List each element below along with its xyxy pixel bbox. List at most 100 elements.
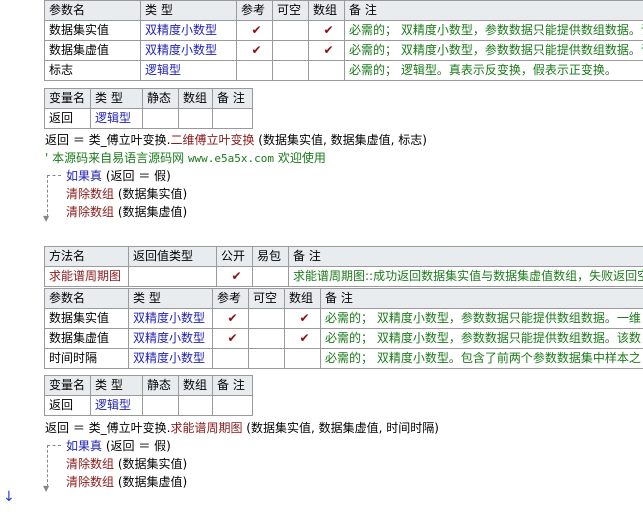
code-line-clear-2[interactable]: 清除数组 (数据集虚值): [66, 473, 187, 491]
flow-guide-top: [47, 445, 61, 446]
param-name[interactable]: 标志: [44, 60, 141, 81]
param-type[interactable]: 双精度小数型: [140, 20, 237, 41]
epkg-cell[interactable]: [252, 266, 289, 287]
col-type: 类 型: [90, 375, 143, 396]
method-name[interactable]: 求能谱周期图: [44, 266, 129, 287]
array-check-icon[interactable]: ✔: [284, 328, 321, 349]
table-row[interactable]: 标志 逻辑型 必需的； 逻辑型。真表示反变换，假表示正变换。: [44, 60, 643, 81]
var-array[interactable]: [178, 108, 213, 129]
param-note[interactable]: 必需的； 逻辑型。真表示反变换，假表示正变换。: [344, 60, 643, 81]
var-note[interactable]: [212, 108, 253, 129]
var-table-2: 变量名 类 型 静态 数组 备 注 返回 逻辑型: [44, 375, 253, 416]
var-array[interactable]: [178, 395, 213, 416]
nullable-cell[interactable]: [272, 40, 309, 61]
code-line-assign[interactable]: 返回 ＝ 类_傅立叶变换.二维傅立叶变换 (数据集实值, 数据集虚值, 标志): [45, 131, 427, 149]
public-check-icon[interactable]: ✔: [216, 266, 253, 287]
param-note[interactable]: 必需的； 双精度小数型，参数数据只能提供数组数据。一维: [320, 308, 643, 329]
nullable-cell[interactable]: [272, 20, 309, 41]
param-note[interactable]: 必需的； 双精度小数型，参数数据只能提供数组数据。该数: [320, 328, 643, 349]
param-note[interactable]: 必需的； 双精度小数型，参数数据只能提供数组数据。该: [344, 20, 643, 41]
param-name[interactable]: 数据集实值: [44, 20, 141, 41]
param-type[interactable]: 双精度小数型: [140, 40, 237, 61]
var-name[interactable]: 返回: [44, 108, 91, 129]
param-note[interactable]: 必需的； 双精度小数型，参数数据只能提供数组数据。该: [344, 40, 643, 61]
param-name[interactable]: 数据集实值: [44, 308, 129, 329]
param-type[interactable]: 双精度小数型: [128, 308, 213, 329]
nullable-cell[interactable]: [248, 308, 285, 329]
table-row[interactable]: 数据集实值 双精度小数型 ✔ ✔ 必需的； 双精度小数型，参数数据只能提供数组数…: [44, 20, 643, 41]
var-static[interactable]: [142, 108, 179, 129]
ref-check-icon[interactable]: ✔: [212, 308, 249, 329]
param-type[interactable]: 逻辑型: [140, 60, 237, 81]
var-type[interactable]: 逻辑型: [90, 395, 143, 416]
code-line-clear-1[interactable]: 清除数组 (数据集实值): [66, 455, 187, 473]
col-static: 静态: [142, 88, 179, 109]
editor-gutter: ↓: [0, 0, 15, 518]
col-nullable: 可空: [272, 0, 309, 21]
param-name[interactable]: 时间时隔: [44, 348, 129, 369]
ref-check-icon[interactable]: ✔: [236, 20, 273, 41]
array-check-icon[interactable]: ✔: [308, 40, 345, 61]
array-cell[interactable]: [308, 60, 345, 81]
var-name[interactable]: 返回: [44, 395, 91, 416]
ref-cell[interactable]: [236, 60, 273, 81]
table-row[interactable]: 数据集虚值 双精度小数型 ✔ ✔ 必需的； 双精度小数型，参数数据只能提供数组数…: [44, 328, 643, 349]
col-type: 类 型: [140, 0, 237, 21]
param-table-2: 参数名 类 型 参考 可空 数组 备 注 数据集实值 双精度小数型 ✔ ✔ 必需…: [44, 288, 643, 369]
table-row[interactable]: 求能谱周期图 ✔ 求能谱周期图::成功返回数据集实值与数据集虚值数组，失败返回空: [44, 266, 643, 287]
param-table-header: 参数名 类 型 参考 可空 数组 备 注: [44, 288, 643, 309]
flow-guide-line: [47, 175, 48, 217]
col-note: 备 注: [288, 246, 643, 267]
col-note: 备 注: [212, 88, 253, 109]
var-static[interactable]: [142, 395, 179, 416]
code-line-assign[interactable]: 返回 ＝ 类_傅立叶变换.求能谱周期图 (数据集实值, 数据集虚值, 时间时隔): [45, 419, 439, 437]
code-line-clear-2[interactable]: 清除数组 (数据集虚值): [66, 203, 187, 221]
array-check-icon[interactable]: ✔: [308, 20, 345, 41]
param-name[interactable]: 数据集虚值: [44, 328, 129, 349]
col-ref: 参考: [236, 0, 273, 21]
code-line-if[interactable]: 如果真 (返回 ＝ 假): [66, 167, 171, 185]
table-row[interactable]: 数据集虚值 双精度小数型 ✔ ✔ 必需的； 双精度小数型，参数数据只能提供数组数…: [44, 40, 643, 61]
ref-check-icon[interactable]: ✔: [236, 40, 273, 61]
method-return-type[interactable]: [128, 266, 217, 287]
col-array: 数组: [178, 88, 213, 109]
ref-cell[interactable]: [212, 348, 249, 369]
col-epkg: 易包: [252, 246, 289, 267]
array-check-icon[interactable]: ✔: [284, 308, 321, 329]
col-method-name: 方法名: [44, 246, 129, 267]
method-call: 求能谱周期图: [170, 421, 243, 435]
var-type[interactable]: 逻辑型: [90, 108, 143, 129]
flow-guide-line: [47, 445, 48, 487]
flow-end-arrow-icon: ▼: [43, 214, 50, 223]
col-note: 备 注: [344, 0, 643, 21]
nullable-cell[interactable]: [248, 348, 285, 369]
table-row[interactable]: 时间时隔 双精度小数型 必需的； 双精度小数型。包含了前两个参数数据集中样本之: [44, 348, 643, 369]
param-type[interactable]: 双精度小数型: [128, 328, 213, 349]
flow-guide-top: [47, 175, 61, 176]
code-line-clear-1[interactable]: 清除数组 (数据集实值): [66, 185, 187, 203]
table-row[interactable]: 返回 逻辑型: [44, 395, 253, 416]
col-var-name: 变量名: [44, 88, 91, 109]
var-note[interactable]: [212, 395, 253, 416]
col-param-name: 参数名: [44, 288, 129, 309]
param-name[interactable]: 数据集虚值: [44, 40, 141, 61]
param-table-1: 参数名 类 型 参考 可空 数组 备 注 数据集实值 双精度小数型 ✔ ✔ 必需…: [44, 0, 643, 81]
code-line-if[interactable]: 如果真 (返回 ＝ 假): [66, 437, 171, 455]
col-param-name: 参数名: [44, 0, 141, 21]
array-cell[interactable]: [284, 348, 321, 369]
ref-check-icon[interactable]: ✔: [212, 328, 249, 349]
col-note: 备 注: [320, 288, 643, 309]
method-note[interactable]: 求能谱周期图::成功返回数据集实值与数据集虚值数组，失败返回空: [288, 266, 643, 287]
nullable-cell[interactable]: [248, 328, 285, 349]
col-type: 类 型: [128, 288, 213, 309]
table-row[interactable]: 返回 逻辑型: [44, 108, 253, 129]
method-table-2: 方法名 返回值类型 公开 易包 备 注 求能谱周期图 ✔ 求能谱周期图::成功返…: [44, 246, 643, 287]
flow-end-arrow-icon: ▼: [43, 484, 50, 493]
code-line-comment[interactable]: ' 本源码来自易语言源码网 www.e5a5x.com 欢迎使用: [45, 149, 326, 168]
nullable-cell[interactable]: [272, 60, 309, 81]
table-row[interactable]: 数据集实值 双精度小数型 ✔ ✔ 必需的； 双精度小数型，参数数据只能提供数组数…: [44, 308, 643, 329]
param-type[interactable]: 双精度小数型: [128, 348, 213, 369]
var-table-header: 变量名 类 型 静态 数组 备 注: [44, 375, 253, 396]
down-arrow-icon[interactable]: ↓: [3, 490, 15, 504]
param-note[interactable]: 必需的； 双精度小数型。包含了前两个参数数据集中样本之: [320, 348, 643, 369]
